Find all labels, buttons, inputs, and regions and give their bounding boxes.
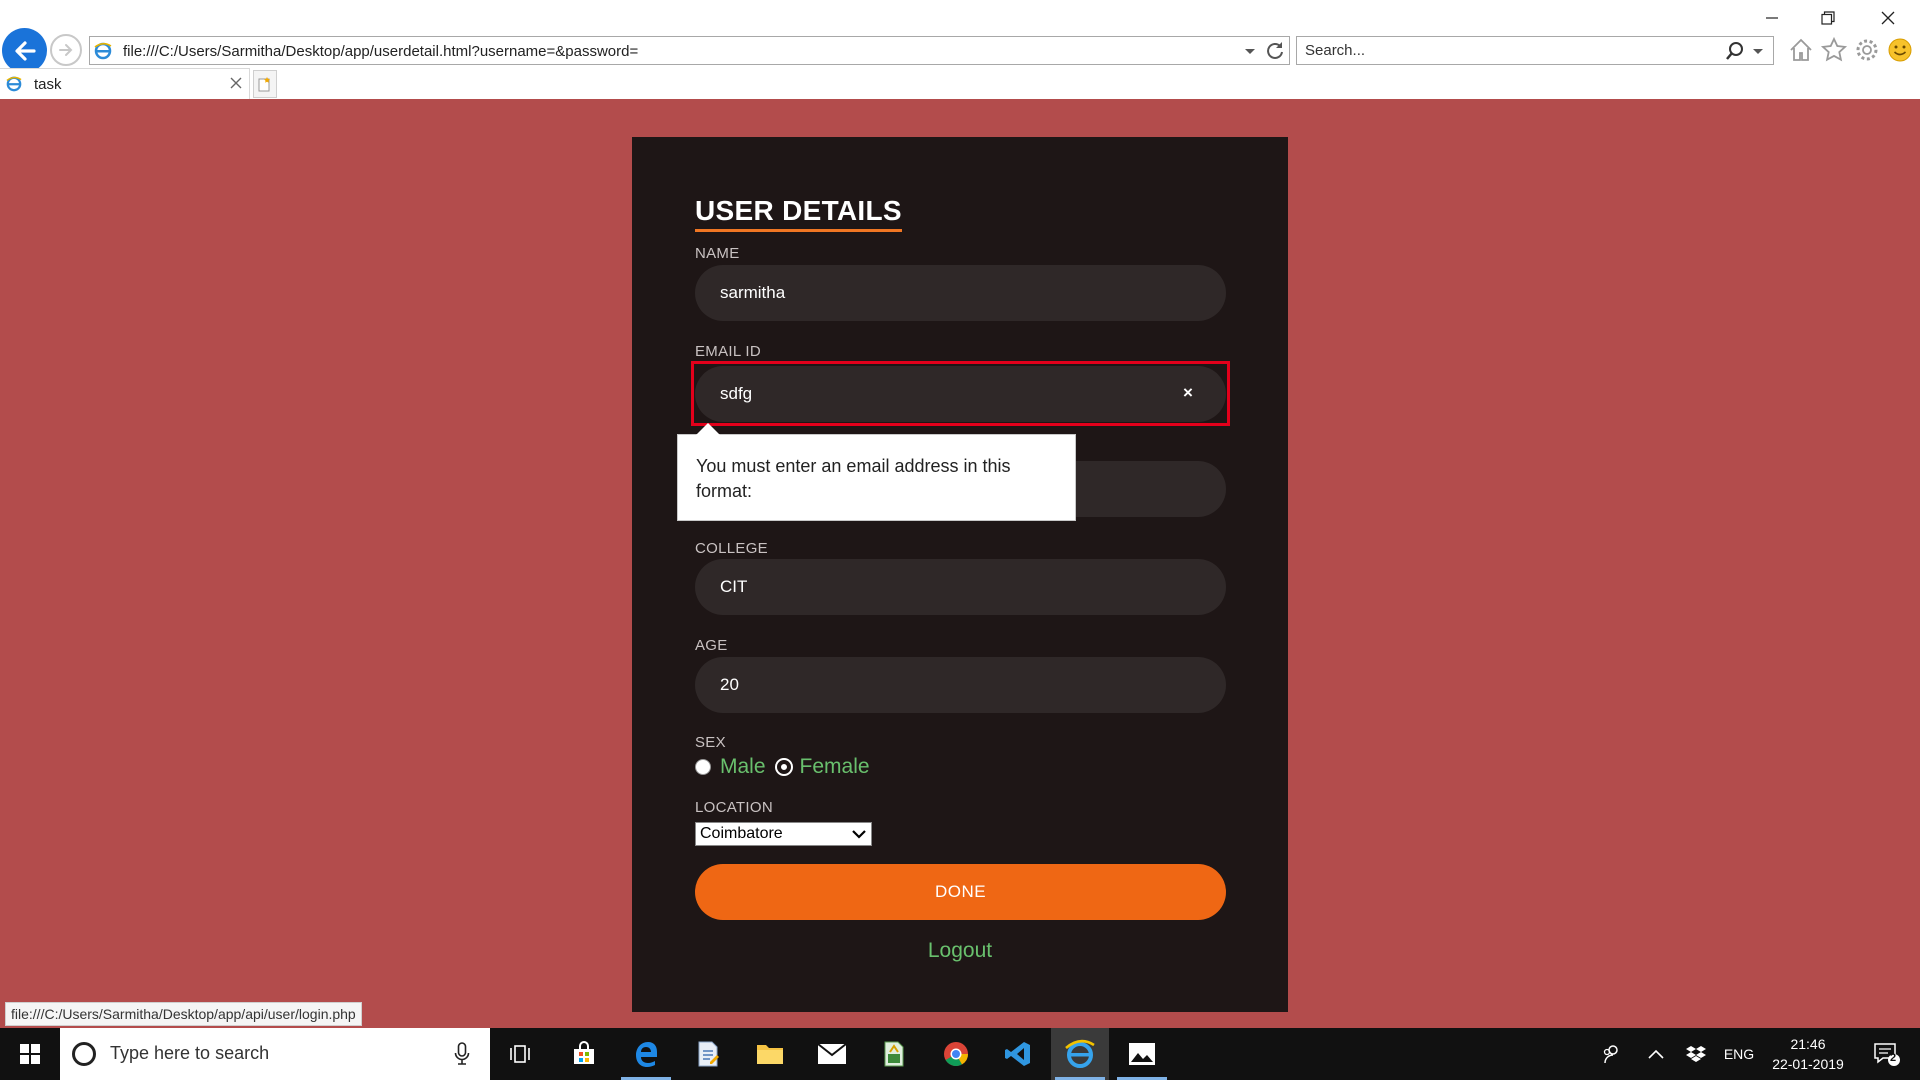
edge-icon: [636, 1042, 657, 1067]
validation-tooltip: You must enter an email address in this …: [677, 423, 1076, 521]
chevron-down-icon[interactable]: [1751, 42, 1765, 60]
taskbar-vscode[interactable]: [989, 1028, 1047, 1080]
clock-time: 21:46: [1790, 1036, 1826, 1052]
dropbox-icon: [1686, 1046, 1706, 1062]
vscode-icon: [1005, 1042, 1030, 1066]
logout-link[interactable]: Logout: [632, 939, 1288, 963]
taskbar-mail[interactable]: [803, 1028, 861, 1080]
photos-icon: [1129, 1043, 1155, 1065]
favorites-star-icon[interactable]: [1820, 36, 1848, 64]
tab-title: task: [34, 76, 62, 93]
dropbox-tray-button[interactable]: [1676, 1028, 1716, 1080]
chevron-down-icon[interactable]: [1243, 42, 1257, 60]
people-button[interactable]: [1592, 1028, 1632, 1080]
location-select[interactable]: Coimbatore: [695, 822, 872, 846]
browser-search-box[interactable]: [1296, 36, 1774, 65]
task-view-button[interactable]: [491, 1028, 549, 1080]
location-selected-value: Coimbatore: [700, 825, 783, 842]
browser-tab-task[interactable]: task: [0, 68, 250, 99]
close-icon: [1881, 11, 1895, 25]
close-window-button[interactable]: [1866, 4, 1910, 32]
internet-explorer-icon: [1065, 1039, 1095, 1068]
windows-taskbar: ENG 21:46 22-01-2019 2: [0, 1028, 1920, 1080]
age-input[interactable]: [695, 657, 1226, 713]
mail-icon: [817, 1043, 847, 1064]
name-input[interactable]: [695, 265, 1226, 321]
notification-count: 2: [1890, 1052, 1897, 1064]
age-label: AGE: [695, 637, 728, 654]
chevron-down-icon: [852, 830, 866, 839]
microphone-icon[interactable]: [454, 1042, 470, 1066]
minimize-icon: [1766, 17, 1778, 19]
status-bar-url: file:///C:/Users/Sarmitha/Desktop/app/ap…: [5, 1002, 362, 1026]
email-input[interactable]: [695, 366, 1226, 422]
email-label: EMAIL ID: [695, 343, 762, 360]
address-url: file:///C:/Users/Sarmitha/Desktop/app/us…: [123, 43, 639, 60]
folder-icon: [757, 1045, 783, 1064]
taskbar-sheet-app[interactable]: [865, 1028, 923, 1080]
close-tab-icon[interactable]: [229, 76, 243, 90]
start-button[interactable]: [0, 1028, 60, 1080]
back-button[interactable]: [2, 28, 47, 73]
new-tab-button[interactable]: [253, 70, 277, 98]
store-icon: [574, 1041, 594, 1064]
taskbar-search-input[interactable]: [110, 1043, 440, 1064]
minimize-button[interactable]: [1750, 4, 1794, 32]
browser-search-input[interactable]: [1305, 42, 1705, 59]
notification-icon: [1874, 1043, 1900, 1066]
sex-label: SEX: [695, 734, 726, 751]
restore-button[interactable]: [1806, 4, 1850, 32]
college-input[interactable]: [695, 559, 1226, 615]
cortana-icon: [72, 1042, 96, 1066]
address-bar[interactable]: file:///C:/Users/Sarmitha/Desktop/app/us…: [89, 36, 1290, 65]
location-label: LOCATION: [695, 799, 773, 816]
taskbar-notepad[interactable]: [679, 1028, 737, 1080]
page-title: USER DETAILS: [695, 195, 902, 232]
action-center-button[interactable]: 2: [1862, 1028, 1912, 1080]
document-icon: [698, 1041, 719, 1067]
done-button[interactable]: DONE: [695, 864, 1226, 920]
windows-logo-icon: [20, 1044, 40, 1064]
radio-male[interactable]: [695, 759, 711, 775]
gear-icon[interactable]: [1853, 36, 1881, 64]
radio-female[interactable]: [774, 758, 793, 776]
email-field-error-outline: ×: [691, 361, 1230, 426]
radio-male-label[interactable]: Male: [720, 755, 766, 779]
taskbar-internet-explorer[interactable]: [1051, 1028, 1109, 1080]
smiley-feedback-icon[interactable]: [1886, 36, 1914, 64]
taskbar-store[interactable]: [555, 1028, 613, 1080]
name-label: NAME: [695, 245, 740, 262]
arrow-left-icon: [14, 40, 36, 61]
taskbar-file-explorer[interactable]: [741, 1028, 799, 1080]
browser-chrome: file:///C:/Users/Sarmitha/Desktop/app/us…: [0, 0, 1920, 99]
sex-radio-group: Male Female: [695, 755, 881, 779]
ie-favicon-icon: [6, 76, 22, 92]
ie-page-icon: [94, 42, 112, 60]
clear-input-icon[interactable]: ×: [1183, 383, 1193, 403]
college-label: COLLEGE: [695, 540, 768, 557]
taskbar-photos[interactable]: [1113, 1028, 1171, 1080]
arrow-right-icon: [59, 44, 73, 56]
spreadsheet-icon: [884, 1041, 904, 1067]
forward-button[interactable]: [50, 34, 82, 66]
user-details-card: USER DETAILS NAME EMAIL ID × You must en…: [632, 137, 1288, 1012]
restore-icon: [1821, 11, 1835, 25]
chevron-up-icon: [1648, 1049, 1664, 1059]
language-indicator[interactable]: ENG: [1716, 1028, 1762, 1080]
home-icon[interactable]: [1787, 36, 1815, 64]
people-icon: [1603, 1045, 1618, 1064]
clock-date: 22-01-2019: [1772, 1056, 1844, 1072]
taskbar-chrome[interactable]: [927, 1028, 985, 1080]
task-view-icon: [510, 1045, 530, 1063]
taskbar-clock[interactable]: 21:46 22-01-2019: [1762, 1034, 1854, 1074]
radio-female-label[interactable]: Female: [800, 755, 870, 779]
new-tab-icon: [258, 77, 270, 92]
search-icon[interactable]: [1725, 41, 1745, 61]
show-hidden-icons-button[interactable]: [1636, 1028, 1676, 1080]
refresh-icon[interactable]: [1263, 40, 1285, 62]
chrome-icon: [944, 1042, 968, 1067]
taskbar-search[interactable]: [60, 1028, 490, 1080]
taskbar-edge[interactable]: [617, 1028, 675, 1080]
